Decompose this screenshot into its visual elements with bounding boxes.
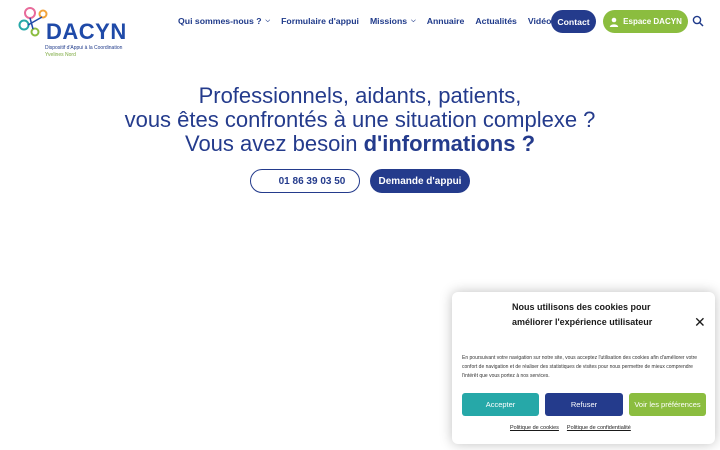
nav-item-label: Formulaire d'appui <box>281 16 359 26</box>
phone-icon <box>261 175 272 186</box>
accept-cookies-button[interactable]: Accepter <box>462 393 539 416</box>
logo-subtitle: Dispositif d'Appui à la Coordination <box>45 45 123 51</box>
cookie-policy-link[interactable]: Politique de cookies <box>510 425 559 431</box>
logo-region: Yvelines Nord <box>45 52 76 58</box>
nav-item-qui-sommes-nous[interactable]: Qui sommes-nous ? ⌵ <box>178 16 270 26</box>
cookie-description: En poursuivant votre navigation sur notr… <box>462 355 698 379</box>
chevron-down-icon: ⌵ <box>411 17 416 24</box>
view-preferences-button[interactable]: Voir les préférences <box>629 393 706 416</box>
hero-line-3-bold: d'informations ? <box>363 131 536 156</box>
close-icon[interactable]: ✕ <box>694 314 706 331</box>
hero-section: Professionnels, aidants, patients, vous … <box>0 84 720 156</box>
user-icon <box>609 17 619 27</box>
contact-button[interactable]: Contact <box>551 10 596 33</box>
phone-button[interactable]: 01 86 39 03 50 <box>250 169 360 193</box>
nav-item-label: Annuaire <box>426 16 465 26</box>
nav-item-formulaire[interactable]: Formulaire d'appui <box>281 16 359 26</box>
privacy-policy-link[interactable]: Politique de confidentialité <box>567 425 631 431</box>
espace-dacyn-button[interactable]: Espace DACYN <box>603 10 688 33</box>
demande-appui-button[interactable]: Demande d'appui <box>370 169 470 193</box>
nav-item-label: Actualités <box>475 16 517 26</box>
main-nav: Qui sommes-nous ? ⌵ Formulaire d'appui M… <box>178 10 567 32</box>
cookie-policy-links: Politique de cookies Politique de confid… <box>510 425 639 431</box>
hero-line-3-prefix: Vous avez besoin <box>184 131 364 156</box>
hero-cta-row: 01 86 39 03 50 Demande d'appui <box>250 169 470 193</box>
nav-item-label: Qui sommes-nous ? <box>178 16 262 26</box>
hero-line-3: Vous avez besoin d'informations ? <box>0 132 720 156</box>
cookie-title: Nous utilisons des cookies pour améliore… <box>512 302 653 327</box>
chevron-down-icon: ⌵ <box>265 17 271 24</box>
nav-item-annuaire[interactable]: Annuaire <box>427 16 465 26</box>
dacyn-logo[interactable]: DACYN Dispositif d'Appui à la Coordinati… <box>18 4 138 58</box>
phone-number: 01 86 39 03 50 <box>278 175 346 187</box>
hero-line-1: Professionnels, aidants, patients, <box>198 83 522 108</box>
cookie-consent-dialog: Nous utilisons des cookies pour améliore… <box>452 292 715 444</box>
espace-dacyn-label: Espace DACYN <box>623 17 682 26</box>
nav-item-label: Missions <box>369 16 408 26</box>
refuse-cookies-button[interactable]: Refuser <box>545 393 623 416</box>
logo-brand-text: DACYN <box>46 19 127 44</box>
hero-line-2: vous êtes confrontés à une situation com… <box>124 107 596 132</box>
search-icon[interactable] <box>692 15 704 27</box>
site-header: DACYN Dispositif d'Appui à la Coordinati… <box>0 0 720 62</box>
cookie-buttons: Accepter Refuser Voir les préférences <box>462 393 706 416</box>
nav-item-actualites[interactable]: Actualités <box>475 16 517 26</box>
nav-item-missions[interactable]: Missions ⌵ <box>370 16 416 26</box>
